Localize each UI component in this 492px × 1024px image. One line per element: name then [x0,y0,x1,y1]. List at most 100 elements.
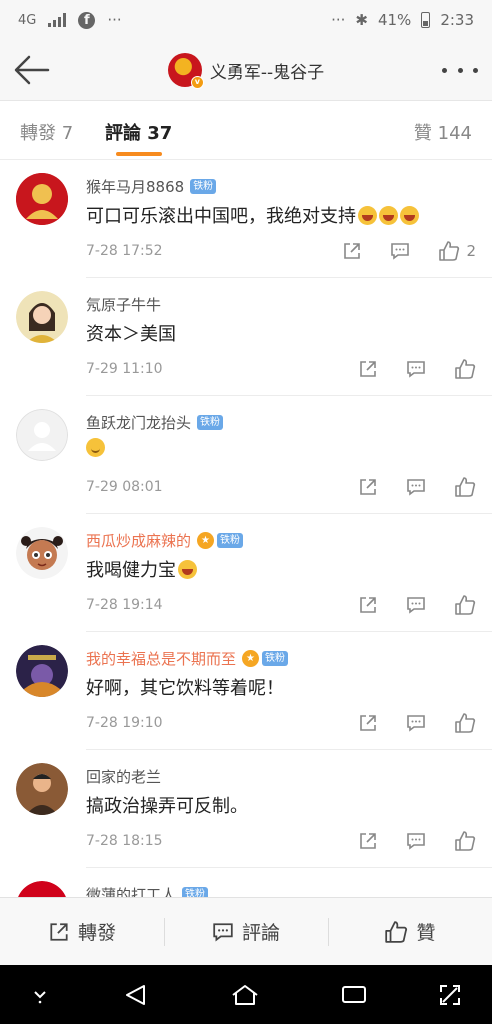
avatar[interactable] [16,645,68,697]
reply-button[interactable] [390,241,410,261]
comment-item: 氖原子牛牛 资本＞美国 7-29 11:10 [0,278,492,396]
author-name: 义勇军--鬼谷子 [209,62,325,83]
back-button[interactable] [12,52,52,88]
avatar[interactable] [16,173,68,225]
nav-title: v 义勇军--鬼谷子 [0,40,492,100]
like-button[interactable] [454,712,476,734]
fan-badge: 铁粉 [190,179,217,194]
reply-button[interactable] [406,359,426,379]
share-button[interactable] [358,595,378,615]
like-button[interactable] [454,476,476,498]
tab-likes[interactable]: 贊 144 [414,119,472,145]
back-triangle-icon[interactable] [124,983,148,1007]
repost-label: 轉發 [77,922,116,944]
artwork-avatar-image [16,645,68,697]
comment-text: 资本＞美国 [86,320,176,346]
tab-bar: 轉發 7 評論 37 贊 144 [0,100,492,160]
share-button[interactable] [342,241,362,261]
comment-actions [358,830,476,852]
comment-time: 7-29 08:01 [86,479,163,495]
comment-author[interactable]: 西瓜炒成麻辣的 ★ 铁粉 [86,530,244,551]
comment-actions [358,594,476,616]
fan-badge: 铁粉 [182,887,209,897]
comment-time: 7-28 17:52 [86,243,163,259]
like-button[interactable] [454,594,476,616]
share-button[interactable] [358,713,378,733]
home-icon[interactable] [230,983,260,1007]
comment-actions: 2 [342,240,476,262]
comment-text: 可口可乐滚出中国吧，我绝对支持 [86,202,419,228]
smile-emoji-icon [86,438,105,457]
member-medal-icon: ★ [242,650,260,667]
share-icon [360,361,376,377]
avatar[interactable] [16,291,68,343]
status-bar: 4G f ··· ··· ✱ 41% 2:33 [0,0,492,40]
comment-time: 7-28 18:15 [86,833,163,849]
comment-item: 微薄的打工人 铁粉 [0,868,492,897]
fullscreen-icon[interactable] [438,983,462,1007]
reply-button[interactable] [406,831,426,851]
fan-badge: 铁粉 [262,651,289,666]
laugh-emoji-icon [379,205,398,225]
avatar[interactable] [16,763,68,815]
portrait-image [16,173,68,225]
comment-icon [407,479,425,496]
comment-author[interactable]: 鱼跃龙门龙抬头 铁粉 [86,412,224,433]
author-name: 我的幸福总是不期而至 [86,650,237,668]
author-avatar: v [167,53,204,89]
comment-author[interactable]: 我的幸福总是不期而至 ★ 铁粉 [86,648,289,669]
share-button[interactable] [358,359,378,379]
comment-body: 可口可乐滚出中国吧，我绝对支持 [86,206,356,227]
comment-text [86,438,105,457]
comment-item: 回家的老兰 搞政治操弄可反制。 7-28 18:15 [0,750,492,868]
author-name: 回家的老兰 [86,768,162,786]
recent-apps-icon[interactable] [340,983,368,1005]
repost-button[interactable]: 轉發 [0,898,164,965]
network-indicator: 4G [18,12,37,28]
comment-actions [358,476,476,498]
avatar[interactable] [16,527,68,579]
reply-button[interactable] [406,595,426,615]
comment-icon [407,361,425,378]
comment-list[interactable]: 猴年马月8868 铁粉 可口可乐滚出中国吧，我绝对支持 7-28 17:52 2 [0,160,492,897]
thumbs-up-icon [455,831,476,851]
laugh-emoji-icon [400,205,419,225]
tab-comments[interactable]: 評論 37 [105,119,172,145]
avatar[interactable] [16,409,68,461]
comment-author[interactable]: 氖原子牛牛 [86,294,161,315]
share-icon [360,715,376,731]
like-button[interactable]: 2 [438,240,476,262]
comment-icon [407,833,425,850]
avatar[interactable] [16,881,68,897]
comment-body: 好啊，其它饮料等着呢！ [86,678,284,699]
comment-text: 搞政治操弄可反制。 [86,792,248,818]
battery-icon [421,12,431,28]
portrait-image [16,291,68,343]
active-tab-indicator [116,152,162,156]
like-post-button[interactable]: 贊 [328,898,492,965]
member-medal-icon: ★ [197,532,215,549]
tab-repost[interactable]: 轉發 7 [20,119,73,145]
share-button[interactable] [358,477,378,497]
more-options-button[interactable] [442,56,478,84]
hide-keyboard-icon[interactable] [30,983,50,1005]
reply-button[interactable] [406,477,426,497]
thumbs-up-icon [455,359,476,379]
comment-button[interactable]: 評論 [164,898,328,965]
comment-icon [213,922,233,941]
reply-button[interactable] [406,713,426,733]
comment-author[interactable]: 微薄的打工人 铁粉 [86,884,209,897]
comment-text: 我喝健力宝 [86,556,197,582]
share-button[interactable] [358,831,378,851]
share-icon [360,597,376,613]
battery-percent: 41% [377,11,412,29]
like-button[interactable] [454,358,476,380]
author-name: 氖原子牛牛 [86,296,162,314]
comment-author[interactable]: 猴年马月8868 铁粉 [86,176,217,197]
signal-icon [48,13,67,27]
comment-author[interactable]: 回家的老兰 [86,766,161,787]
like-button[interactable] [454,830,476,852]
author-name: 西瓜炒成麻辣的 [86,532,192,550]
share-icon [344,243,361,259]
share-icon [50,922,68,941]
